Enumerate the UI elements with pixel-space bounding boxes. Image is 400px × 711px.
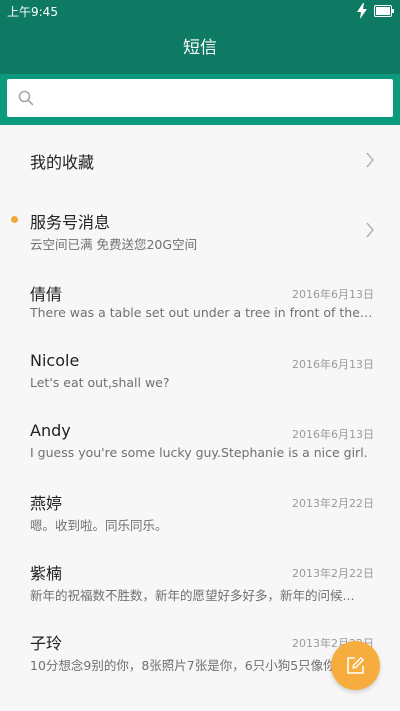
- list-item[interactable]: 倩倩 2016年6月13日 There was a table set out …: [0, 265, 400, 335]
- conversation-name: 我的收藏: [30, 153, 95, 172]
- list-item[interactable]: Andy 2016年6月13日 I guess you're some luck…: [0, 405, 400, 475]
- conversation-name: 紫楠: [30, 564, 63, 583]
- compose-button[interactable]: [331, 641, 380, 690]
- search-bar: [0, 74, 400, 125]
- search-input[interactable]: [43, 85, 383, 111]
- search-box[interactable]: [7, 79, 393, 117]
- chevron-right-icon: [366, 222, 374, 238]
- page-title: 短信: [183, 38, 217, 58]
- list-item-favorites[interactable]: 我的收藏: [0, 125, 400, 195]
- list-item-service-messages[interactable]: 服务号消息 云空间已满 免费送您20G空间: [0, 195, 400, 265]
- conversation-name: Nicole: [30, 351, 80, 370]
- charging-icon: [357, 3, 367, 19]
- conversation-name: Andy: [30, 421, 71, 440]
- list-item[interactable]: Nicole 2016年6月13日 Let's eat out,shall we…: [0, 335, 400, 405]
- conversation-preview: 新年的祝福数不胜数，新年的愿望好多好多，新年的问候...: [30, 588, 355, 603]
- conversation-date: 2016年6月13日: [292, 358, 374, 371]
- conversation-date: 2016年6月13日: [292, 288, 374, 301]
- unread-dot: [11, 216, 18, 223]
- conversation-preview: 云空间已满 免费送您20G空间: [30, 237, 198, 252]
- conversation-date: 2013年2月22日: [292, 497, 374, 510]
- chevron-right-icon: [366, 152, 374, 168]
- conversation-preview: 10分想念9别的你，8张照片7张是你，6只小狗5只像你...: [30, 658, 348, 673]
- conversation-preview: I guess you're some lucky guy.Stephanie …: [30, 445, 368, 460]
- compose-icon: [347, 657, 364, 674]
- conversation-date: 2013年2月22日: [292, 567, 374, 580]
- search-icon: [18, 90, 34, 106]
- conversation-preview: 嗯。收到啦。同乐同乐。: [30, 518, 168, 533]
- battery-icon: [374, 5, 394, 17]
- conversation-preview: There was a table set out under a tree i…: [30, 305, 376, 320]
- conversation-name: 服务号消息: [30, 213, 111, 232]
- status-bar: 上午9:45: [0, 0, 400, 24]
- conversation-name: 子玲: [30, 634, 63, 653]
- conversation-name: 燕婷: [30, 494, 63, 513]
- conversation-preview: Let's eat out,shall we?: [30, 375, 170, 390]
- status-time: 上午9:45: [7, 5, 58, 19]
- conversation-date: 2016年6月13日: [292, 428, 374, 441]
- list-item[interactable]: 紫楠 2013年2月22日 新年的祝福数不胜数，新年的愿望好多好多，新年的问候.…: [0, 545, 400, 615]
- list-item[interactable]: 燕婷 2013年2月22日 嗯。收到啦。同乐同乐。: [0, 475, 400, 545]
- conversation-name: 倩倩: [30, 285, 63, 304]
- title-bar: 短信: [0, 24, 400, 74]
